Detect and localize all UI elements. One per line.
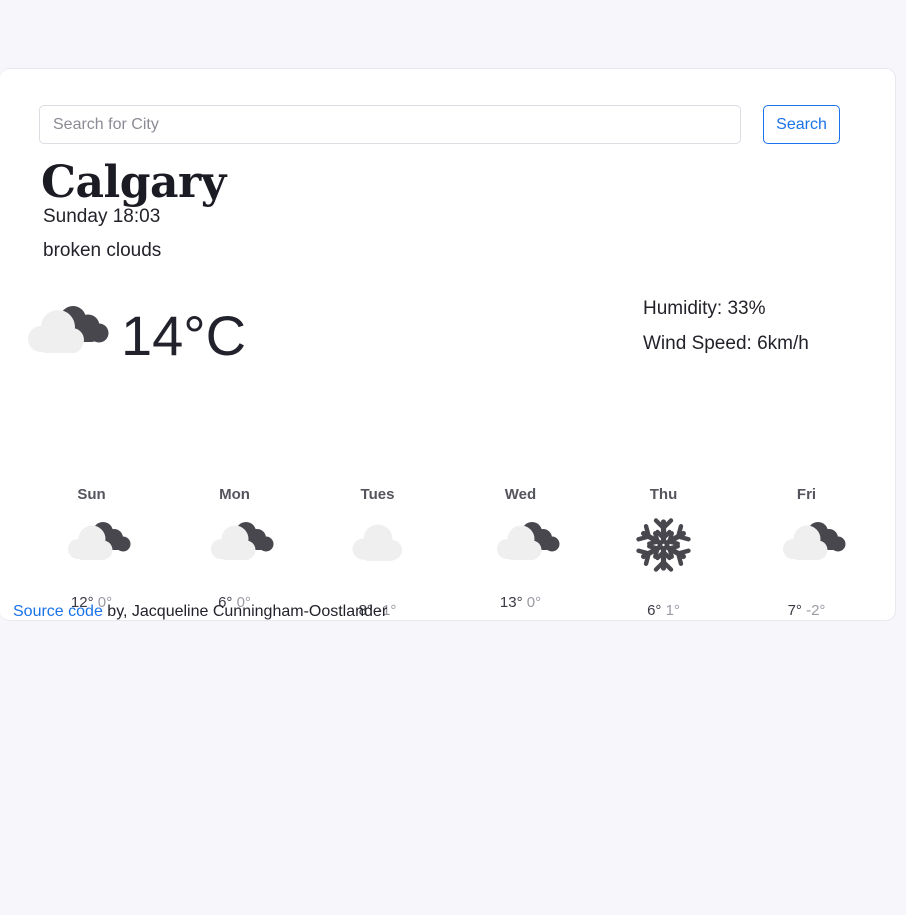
current-datetime: Sunday 18:03 xyxy=(43,206,161,227)
current-conditions: 14°C xyxy=(25,291,445,381)
current-description: broken clouds xyxy=(43,240,162,261)
current-stats: Humidity: 33% Wind Speed: 6km/h xyxy=(643,291,893,361)
forecast-day-wed: Wed 13° 0° xyxy=(449,414,592,611)
forecast-temps: 7° -2° xyxy=(735,602,878,619)
broken-clouds-icon xyxy=(20,514,163,576)
forecast-high: 6° xyxy=(647,602,666,619)
humidity-value: Humidity: 33% xyxy=(643,298,766,319)
page-title: Calgary xyxy=(41,157,226,208)
forecast-day-label: Fri xyxy=(796,486,817,503)
current-temperature: 14°C xyxy=(121,304,247,367)
forecast-day-label: Tues xyxy=(360,486,395,503)
forecast-temps: 6° 1° xyxy=(592,602,735,619)
broken-clouds-icon xyxy=(735,514,878,576)
snowflake-icon xyxy=(592,514,735,576)
forecast-low: 0° xyxy=(526,594,542,611)
forecast-day-label: Mon xyxy=(219,486,250,503)
search-input[interactable] xyxy=(39,105,741,144)
wind-speed-value: Wind Speed: 6km/h xyxy=(643,333,809,354)
forecast-temps: 13° 0° xyxy=(449,594,592,611)
forecast-high: 13° xyxy=(499,594,527,611)
forecast-day-thu: Thu 6° 1° xyxy=(592,414,735,619)
footer-credit: by, Jacqueline Cunningham-Oostlander xyxy=(102,603,388,620)
source-code-link[interactable]: Source code xyxy=(13,603,103,620)
forecast-low: 1° xyxy=(665,602,680,619)
forecast-row: Sun 12° 0° Mon 6° 0° Tues 8° -1° Wed 13°… xyxy=(20,414,878,619)
forecast-day-mon: Mon 6° 0° xyxy=(163,414,306,611)
weather-card: Search Calgary Sunday 18:03 broken cloud… xyxy=(0,68,896,621)
forecast-low: -2° xyxy=(806,602,826,619)
forecast-day-sun: Sun 12° 0° xyxy=(20,414,163,611)
broken-clouds-icon xyxy=(25,301,113,365)
broken-clouds-icon xyxy=(449,514,592,576)
forecast-day-label: Wed xyxy=(504,486,537,503)
forecast-day-tues: Tues 8° -1° xyxy=(306,414,449,619)
search-row: Search xyxy=(39,105,840,145)
forecast-day-label: Sun xyxy=(77,486,106,503)
forecast-day-fri: Fri 7° -2° xyxy=(735,414,878,619)
forecast-day-label: Thu xyxy=(649,486,678,503)
forecast-high: 7° xyxy=(787,602,807,619)
search-button[interactable]: Search xyxy=(763,105,840,144)
footer: Source code by, Jacqueline Cunningham-Oo… xyxy=(13,601,387,623)
overcast-clouds-icon xyxy=(306,514,449,576)
broken-clouds-icon xyxy=(163,514,306,576)
